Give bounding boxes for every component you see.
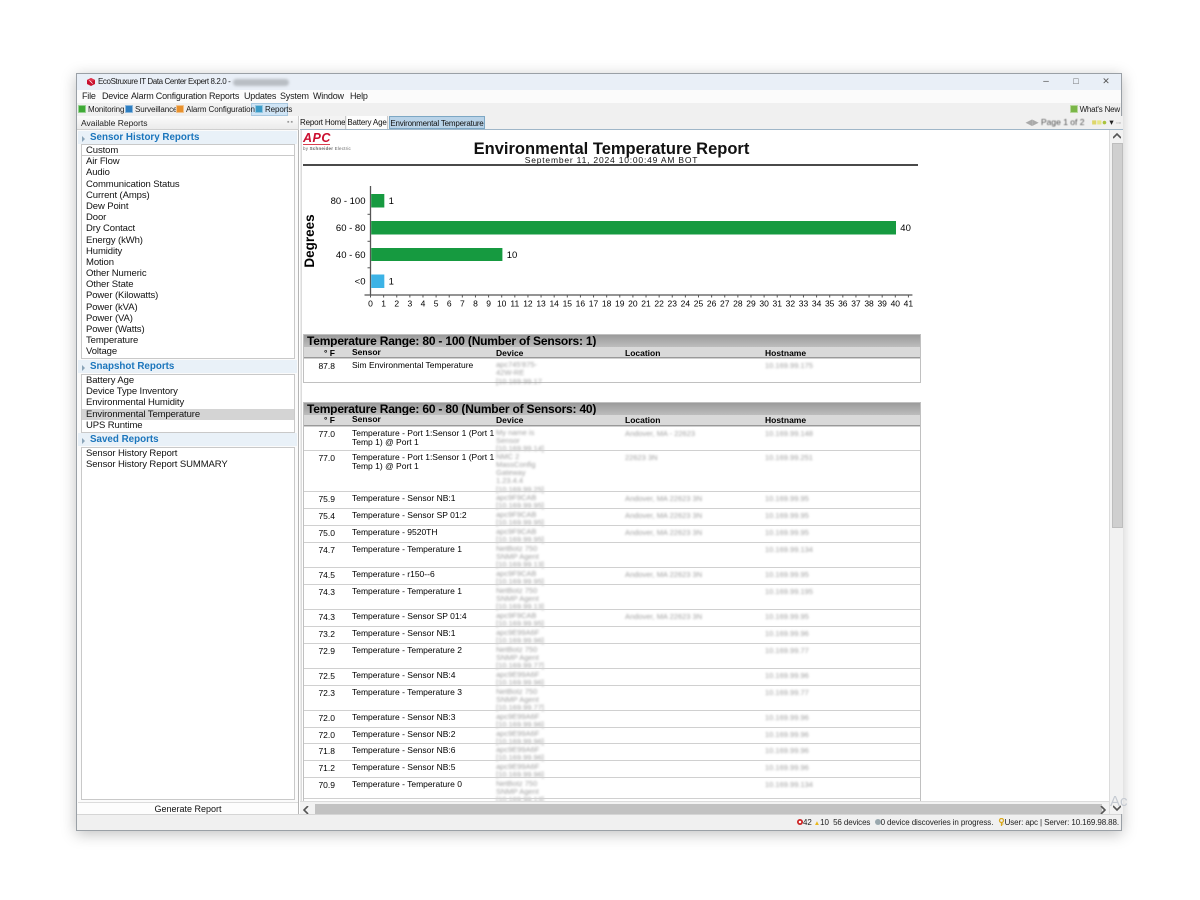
svg-text:36: 36 [838, 299, 848, 309]
svg-text:30: 30 [759, 299, 769, 309]
svg-text:41: 41 [904, 299, 914, 309]
svg-text:0: 0 [368, 299, 373, 309]
svg-text:31: 31 [772, 299, 782, 309]
svg-text:14: 14 [549, 299, 559, 309]
svg-text:35: 35 [825, 299, 835, 309]
svg-text:22: 22 [654, 299, 664, 309]
svg-text:37: 37 [851, 299, 861, 309]
svg-text:<0: <0 [355, 277, 366, 288]
svg-text:23: 23 [668, 299, 678, 309]
svg-text:20: 20 [628, 299, 638, 309]
svg-text:39: 39 [877, 299, 887, 309]
svg-text:34: 34 [812, 299, 822, 309]
svg-text:17: 17 [589, 299, 599, 309]
svg-text:33: 33 [799, 299, 809, 309]
svg-text:12: 12 [523, 299, 533, 309]
svg-text:40: 40 [900, 223, 911, 234]
svg-text:2: 2 [394, 299, 399, 309]
svg-text:27: 27 [720, 299, 730, 309]
svg-text:5: 5 [434, 299, 439, 309]
svg-text:9: 9 [486, 299, 491, 309]
svg-text:19: 19 [615, 299, 625, 309]
svg-text:1: 1 [389, 196, 394, 207]
svg-text:11: 11 [510, 299, 519, 309]
svg-text:10: 10 [507, 250, 518, 261]
svg-text:1: 1 [389, 277, 394, 288]
svg-text:Degrees: Degrees [302, 214, 317, 267]
svg-text:6: 6 [447, 299, 452, 309]
svg-text:24: 24 [681, 299, 691, 309]
svg-text:28: 28 [733, 299, 743, 309]
svg-text:21: 21 [641, 299, 651, 309]
svg-text:38: 38 [864, 299, 874, 309]
svg-text:80 - 100: 80 - 100 [331, 196, 366, 207]
svg-text:26: 26 [707, 299, 717, 309]
svg-text:13: 13 [536, 299, 546, 309]
svg-text:10: 10 [497, 299, 507, 309]
svg-text:3: 3 [407, 299, 412, 309]
svg-text:8: 8 [473, 299, 478, 309]
svg-text:7: 7 [460, 299, 465, 309]
svg-text:40 - 60: 40 - 60 [336, 250, 366, 261]
svg-text:1: 1 [381, 299, 386, 309]
svg-text:25: 25 [694, 299, 704, 309]
svg-text:29: 29 [746, 299, 756, 309]
svg-text:16: 16 [576, 299, 586, 309]
svg-text:40: 40 [891, 299, 901, 309]
svg-text:15: 15 [563, 299, 573, 309]
svg-text:60 - 80: 60 - 80 [336, 223, 366, 234]
svg-text:32: 32 [786, 299, 796, 309]
svg-text:4: 4 [421, 299, 426, 309]
svg-text:18: 18 [602, 299, 612, 309]
